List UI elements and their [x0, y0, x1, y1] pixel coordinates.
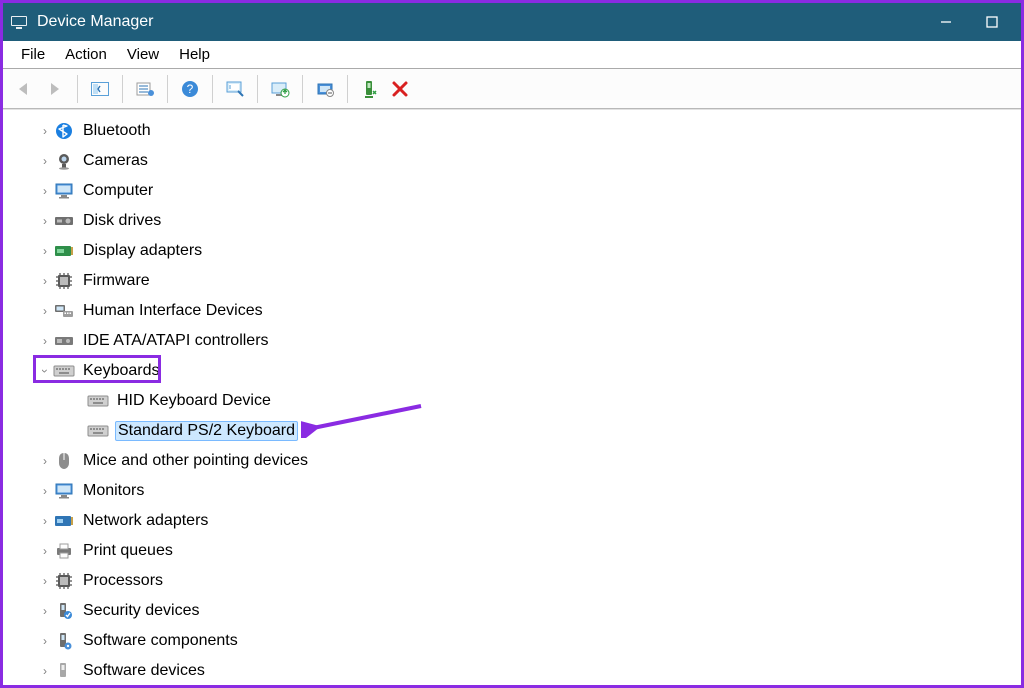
- ide-icon: [53, 330, 75, 352]
- label: Network adapters: [81, 511, 210, 531]
- device-tree[interactable]: › Bluetooth › Cameras › Computer › Disk …: [3, 109, 1021, 685]
- toolbar: ?: [3, 69, 1021, 109]
- firmware-icon: [53, 270, 75, 292]
- category-disk-drives[interactable]: › Disk drives: [3, 206, 1021, 236]
- monitor-icon: [53, 480, 75, 502]
- keyboard-icon: [87, 390, 109, 412]
- keyboard-icon: [53, 360, 75, 382]
- enable-device-button[interactable]: [356, 75, 384, 103]
- processor-icon: [53, 570, 75, 592]
- label: Bluetooth: [81, 121, 153, 141]
- label: Print queues: [81, 541, 175, 561]
- label: Security devices: [81, 601, 202, 621]
- expand-icon[interactable]: ›: [37, 154, 53, 168]
- software-device-icon: [53, 660, 75, 682]
- expand-icon[interactable]: ›: [37, 334, 53, 348]
- label: Firmware: [81, 271, 152, 291]
- label: Computer: [81, 181, 155, 201]
- expand-icon[interactable]: ›: [37, 184, 53, 198]
- update-driver-button[interactable]: [266, 75, 294, 103]
- category-human-interface-devices[interactable]: › Human Interface Devices: [3, 296, 1021, 326]
- expand-icon[interactable]: ›: [37, 274, 53, 288]
- menu-action[interactable]: Action: [55, 44, 117, 65]
- label: Mice and other pointing devices: [81, 451, 310, 471]
- software-component-icon: [53, 630, 75, 652]
- label: Monitors: [81, 481, 146, 501]
- category-print-queues[interactable]: › Print queues: [3, 536, 1021, 566]
- label: Display adapters: [81, 241, 204, 261]
- expand-icon[interactable]: ›: [37, 664, 53, 678]
- maximize-button[interactable]: [969, 3, 1015, 41]
- category-firmware[interactable]: › Firmware: [3, 266, 1021, 296]
- label: Human Interface Devices: [81, 301, 265, 321]
- minimize-button[interactable]: [923, 3, 969, 41]
- camera-icon: [53, 150, 75, 172]
- category-cameras[interactable]: › Cameras: [3, 146, 1021, 176]
- expand-icon[interactable]: ›: [37, 544, 53, 558]
- expand-icon[interactable]: ›: [37, 124, 53, 138]
- titlebar: Device Manager: [3, 3, 1021, 41]
- expand-icon[interactable]: ›: [37, 304, 53, 318]
- disable-device-button[interactable]: [386, 75, 414, 103]
- device-standard-ps2-keyboard[interactable]: Standard PS/2 Keyboard: [3, 416, 1021, 446]
- label: HID Keyboard Device: [115, 391, 273, 411]
- computer-icon: [53, 180, 75, 202]
- label: Software components: [81, 631, 240, 651]
- category-bluetooth[interactable]: › Bluetooth: [3, 116, 1021, 146]
- label: Standard PS/2 Keyboard: [115, 421, 298, 441]
- hid-icon: [53, 300, 75, 322]
- expand-icon[interactable]: ›: [37, 634, 53, 648]
- device-manager-icon: [9, 12, 29, 32]
- uninstall-device-button[interactable]: [311, 75, 339, 103]
- collapse-icon[interactable]: ›: [38, 363, 52, 379]
- category-mice[interactable]: › Mice and other pointing devices: [3, 446, 1021, 476]
- menu-help[interactable]: Help: [169, 44, 220, 65]
- device-hid-keyboard[interactable]: HID Keyboard Device: [3, 386, 1021, 416]
- category-software-components[interactable]: › Software components: [3, 626, 1021, 656]
- scan-hardware-button[interactable]: [221, 75, 249, 103]
- svg-text:?: ?: [187, 82, 194, 96]
- keyboard-icon: [87, 420, 109, 442]
- category-software-devices[interactable]: › Software devices: [3, 656, 1021, 685]
- help-button[interactable]: ?: [176, 75, 204, 103]
- show-hide-console-tree-button[interactable]: [86, 75, 114, 103]
- category-security-devices[interactable]: › Security devices: [3, 596, 1021, 626]
- expand-icon[interactable]: ›: [37, 574, 53, 588]
- expand-icon[interactable]: ›: [37, 604, 53, 618]
- mouse-icon: [53, 450, 75, 472]
- properties-button[interactable]: [131, 75, 159, 103]
- expand-icon[interactable]: ›: [37, 214, 53, 228]
- bluetooth-icon: [53, 120, 75, 142]
- category-ide-ata-atapi[interactable]: › IDE ATA/ATAPI controllers: [3, 326, 1021, 356]
- category-computer[interactable]: › Computer: [3, 176, 1021, 206]
- menubar: File Action View Help: [3, 41, 1021, 69]
- security-icon: [53, 600, 75, 622]
- expand-icon[interactable]: ›: [37, 244, 53, 258]
- category-processors[interactable]: › Processors: [3, 566, 1021, 596]
- label: Software devices: [81, 661, 207, 681]
- label: IDE ATA/ATAPI controllers: [81, 331, 271, 351]
- disk-icon: [53, 210, 75, 232]
- category-keyboards[interactable]: › Keyboards: [3, 356, 1021, 386]
- category-network-adapters[interactable]: › Network adapters: [3, 506, 1021, 536]
- display-adapter-icon: [53, 240, 75, 262]
- label: Processors: [81, 571, 165, 591]
- printer-icon: [53, 540, 75, 562]
- label: Disk drives: [81, 211, 163, 231]
- expand-icon[interactable]: ›: [37, 484, 53, 498]
- category-display-adapters[interactable]: › Display adapters: [3, 236, 1021, 266]
- expand-icon[interactable]: ›: [37, 514, 53, 528]
- label: Keyboards: [81, 361, 162, 381]
- menu-file[interactable]: File: [11, 44, 55, 65]
- forward-button[interactable]: [41, 75, 69, 103]
- network-icon: [53, 510, 75, 532]
- back-button[interactable]: [11, 75, 39, 103]
- label: Cameras: [81, 151, 150, 171]
- category-monitors[interactable]: › Monitors: [3, 476, 1021, 506]
- window-title: Device Manager: [37, 13, 154, 31]
- expand-icon[interactable]: ›: [37, 454, 53, 468]
- menu-view[interactable]: View: [117, 44, 169, 65]
